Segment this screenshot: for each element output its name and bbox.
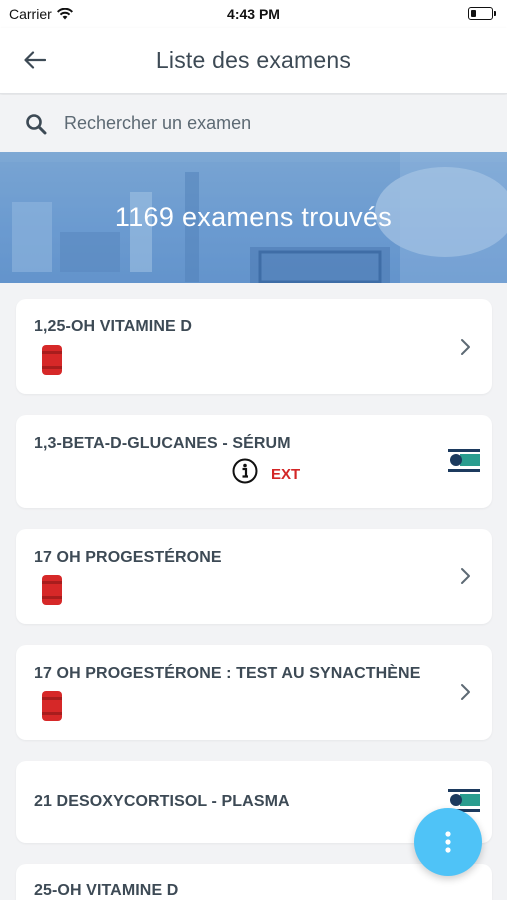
external-lab-logo-icon xyxy=(448,449,480,472)
red-tube-icon xyxy=(42,691,62,721)
exam-name: 1,3-BETA-D-GLUCANES - SÉRUM xyxy=(34,435,291,452)
battery-icon xyxy=(468,7,496,20)
exam-card[interactable]: 1,25-OH VITAMINE D xyxy=(16,299,492,394)
search-icon xyxy=(26,114,47,135)
exam-name: 21 DESOXYCORTISOL - PLASMA xyxy=(34,793,290,810)
status-time: 4:43 PM xyxy=(227,6,280,22)
red-tube-icon xyxy=(42,575,62,605)
results-banner: 1169 examens trouvés xyxy=(0,152,507,283)
page-title: Liste des examens xyxy=(155,47,352,73)
search-bar xyxy=(0,95,507,152)
exam-card[interactable]: 1,3-BETA-D-GLUCANES - SÉRUM EXT xyxy=(16,415,492,508)
info-icon[interactable] xyxy=(232,458,258,484)
battery-fill xyxy=(470,9,477,17)
exam-name: 25-OH VITAMINE D xyxy=(34,882,179,899)
more-options-button[interactable] xyxy=(414,808,482,876)
results-count-text: 1169 examens trouvés xyxy=(114,202,393,232)
exam-name: 1,25-OH VITAMINE D xyxy=(34,318,192,335)
exam-card[interactable]: 17 OH PROGESTÉRONE : TEST AU SYNACTHÈNE xyxy=(16,645,492,740)
chevron-right-icon xyxy=(461,568,470,584)
external-badge: EXT xyxy=(271,466,301,483)
chevron-right-icon xyxy=(461,684,470,700)
exam-card[interactable]: 17 OH PROGESTÉRONE xyxy=(16,529,492,624)
exam-card[interactable]: 25-OH VITAMINE D xyxy=(16,864,492,900)
exam-name: 17 OH PROGESTÉRONE xyxy=(34,549,222,566)
exam-name: 17 OH PROGESTÉRONE : TEST AU SYNACTHÈNE xyxy=(34,665,421,682)
more-vertical-icon xyxy=(445,831,451,853)
red-tube-icon xyxy=(42,345,62,375)
app-header: Liste des examens xyxy=(0,28,507,94)
search-input[interactable] xyxy=(64,108,484,138)
chevron-right-icon xyxy=(461,339,470,355)
status-bar: Carrier 4:43 PM xyxy=(0,0,507,28)
